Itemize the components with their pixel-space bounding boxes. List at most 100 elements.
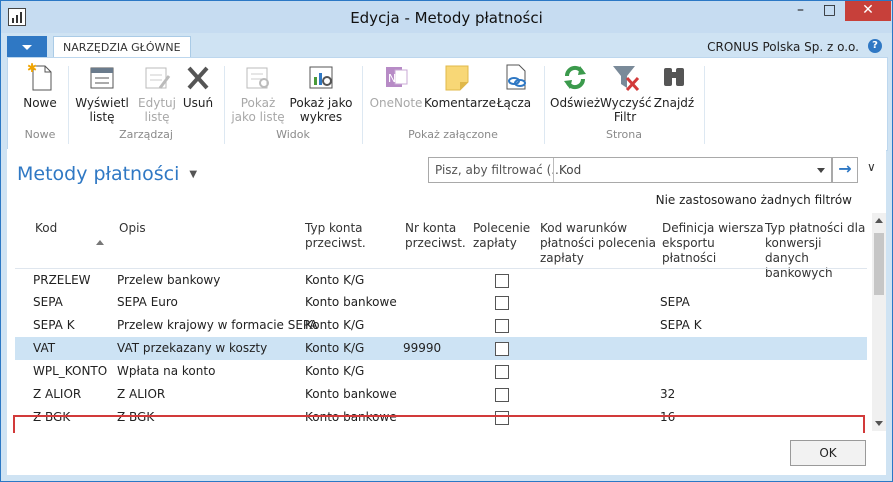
table-row[interactable]: SEPA K Przelew krajowy w formacie SEPA K… xyxy=(15,314,867,337)
cell-typ-konta: Konto K/G xyxy=(305,341,365,355)
direct-debit-checkbox[interactable] xyxy=(495,365,509,379)
clear-filter-button[interactable]: Wyczyść Filtr xyxy=(600,62,652,124)
delete-button[interactable]: Usuń xyxy=(180,62,216,110)
comments-label: Komentarze xyxy=(424,96,496,110)
scrollbar-thumb[interactable] xyxy=(874,233,884,295)
filter-status-text: Nie zastosowano żadnych filtrów xyxy=(655,193,852,207)
group-zarzadzaj-label: Zarządzaj xyxy=(119,128,173,141)
column-header-kod[interactable]: Kod xyxy=(35,221,57,236)
ok-button[interactable]: OK xyxy=(790,440,866,466)
cell-opis: Wpłata na konto xyxy=(117,364,216,378)
cell-kod: VAT xyxy=(33,341,56,355)
table-row[interactable]: SEPA SEPA Euro Konto bankowe SEPA xyxy=(15,291,867,314)
column-header-nr-konta[interactable]: Nr konta przeciwst. xyxy=(405,221,466,251)
cell-opis: Przelew krajowy w formacie SEPA xyxy=(117,318,318,332)
refresh-icon xyxy=(560,62,590,92)
show-as-list-label: Pokaż jako listę xyxy=(231,96,285,124)
ribbon: ✱ Nowe Nowe Wyświetl listę Edytuj listę … xyxy=(7,57,888,151)
show-as-list-button[interactable]: Pokaż jako listę xyxy=(230,62,286,124)
delete-icon xyxy=(183,62,213,92)
cell-opis: VAT przekazany w koszty xyxy=(117,341,268,355)
close-button[interactable]: ✕ xyxy=(845,1,891,21)
direct-debit-checkbox[interactable] xyxy=(495,296,509,310)
column-header-kod-warunkow[interactable]: Kod warunków płatności polecenia zapłaty xyxy=(540,221,656,266)
column-header-typ-konta[interactable]: Typ konta przeciwst. xyxy=(305,221,366,251)
apply-filter-button[interactable]: → xyxy=(832,157,858,183)
filter-search-box[interactable]: Pisz, aby filtrować (... Kod xyxy=(428,157,832,183)
window-title: Edycja - Metody płatności xyxy=(350,9,543,27)
view-list-label: Wyświetl listę xyxy=(75,96,129,124)
clear-filter-label: Wyczyść Filtr xyxy=(600,96,652,124)
binoculars-icon xyxy=(659,62,689,92)
view-list-button[interactable]: Wyświetl listę xyxy=(74,62,130,124)
onenote-button[interactable]: N OneNote xyxy=(368,62,424,110)
svg-text:✱: ✱ xyxy=(27,62,37,75)
maximize-button[interactable]: □ xyxy=(816,1,843,21)
group-pokaz-zalaczone-label: Pokaż załączone xyxy=(408,128,498,141)
cell-typ-konta: Konto K/G xyxy=(305,273,365,287)
cell-kod: Z ALIOR xyxy=(33,387,82,401)
cell-kod: PRZELEW xyxy=(33,273,91,287)
cell-definicja: 32 xyxy=(660,387,676,401)
page-title[interactable]: Metody płatności ▼ xyxy=(17,163,197,185)
direct-debit-checkbox[interactable] xyxy=(495,388,509,402)
find-button[interactable]: Znajdź xyxy=(652,62,696,110)
chevron-down-icon[interactable] xyxy=(817,168,825,173)
minimize-button[interactable]: – xyxy=(787,1,814,21)
cell-typ-konta: Konto bankowe xyxy=(305,295,397,309)
column-header-opis[interactable]: Opis xyxy=(119,221,146,236)
svg-text:N: N xyxy=(388,72,396,85)
table-row[interactable]: PRZELEW Przelew bankowy Konto K/G xyxy=(15,269,867,292)
application-menu-button[interactable] xyxy=(7,36,47,58)
cell-definicja: SEPA xyxy=(660,295,690,309)
sort-ascending-icon xyxy=(96,240,104,245)
table-row[interactable]: Z ALIOR Z ALIOR Konto bankowe 32 xyxy=(15,383,867,406)
cell-definicja: SEPA K xyxy=(660,318,702,332)
vertical-scrollbar[interactable] xyxy=(872,213,886,431)
group-widok-label: Widok xyxy=(276,128,310,141)
table-row-selected[interactable]: VAT VAT przekazany w koszty Konto K/G 99… xyxy=(15,337,867,360)
cell-opis: Z ALIOR xyxy=(117,387,166,401)
new-button-label: Nowe xyxy=(23,96,57,110)
refresh-label: Odśwież xyxy=(550,96,601,110)
column-header-definicja[interactable]: Definicja wiersza eksportu płatności xyxy=(662,221,764,266)
show-as-list-icon xyxy=(243,62,273,92)
cell-kod: WPL_KONTO xyxy=(33,364,108,378)
new-button[interactable]: ✱ Nowe xyxy=(18,61,62,110)
onenote-label: OneNote xyxy=(369,96,423,110)
cell-typ-konta: Konto K/G xyxy=(305,318,365,332)
table-row[interactable]: WPL_KONTO Wpłata na konto Konto K/G xyxy=(15,360,867,383)
window: Edycja - Metody płatności – □ ✕ NARZĘDZI… xyxy=(0,0,893,482)
cell-nr-konta: 99990 xyxy=(403,341,442,355)
direct-debit-checkbox[interactable] xyxy=(495,274,509,288)
cell-opis: SEPA Euro xyxy=(117,295,178,309)
search-input[interactable]: Pisz, aby filtrować (... xyxy=(435,163,563,177)
payment-methods-grid: Kod Opis Typ konta przeciwst. Nr konta p… xyxy=(15,213,867,431)
column-header-polecenie[interactable]: Polecenie zapłaty xyxy=(473,221,530,251)
links-label: Łącza xyxy=(496,96,532,110)
filter-field-select[interactable]: Kod xyxy=(553,158,581,182)
collapse-chevron-icon[interactable]: ∨ xyxy=(867,160,876,174)
delete-label: Usuń xyxy=(182,96,214,110)
comments-button[interactable]: Komentarze xyxy=(424,62,496,110)
edit-list-button[interactable]: Edytuj listę xyxy=(132,62,182,124)
find-label: Znajdź xyxy=(653,96,695,110)
edit-list-icon xyxy=(142,62,172,92)
cell-opis: Przelew bankowy xyxy=(117,273,221,287)
direct-debit-checkbox[interactable] xyxy=(495,342,509,356)
title-bar: Edycja - Metody płatności – □ ✕ xyxy=(1,1,892,33)
scroll-down-icon[interactable] xyxy=(875,421,883,426)
group-strona-label: Strona xyxy=(605,128,643,141)
cell-typ-konta: Konto K/G xyxy=(305,364,365,378)
direct-debit-checkbox[interactable] xyxy=(495,319,509,333)
links-button[interactable]: Łącza xyxy=(492,62,536,110)
scroll-up-icon[interactable] xyxy=(875,218,883,223)
edit-list-label: Edytuj listę xyxy=(138,96,176,124)
refresh-button[interactable]: Odśwież xyxy=(550,62,600,110)
show-as-chart-button[interactable]: Pokaż jako wykres xyxy=(288,62,354,124)
links-icon xyxy=(499,62,529,92)
tab-narzedzia-glowne[interactable]: NARZĘDZIA GŁÓWNE xyxy=(53,36,191,59)
ribbon-tabs: NARZĘDZIA GŁÓWNE CRONUS Polska Sp. z o.o… xyxy=(7,33,886,59)
chevron-down-icon[interactable]: ▼ xyxy=(189,169,197,180)
help-icon[interactable]: ? xyxy=(868,39,882,53)
